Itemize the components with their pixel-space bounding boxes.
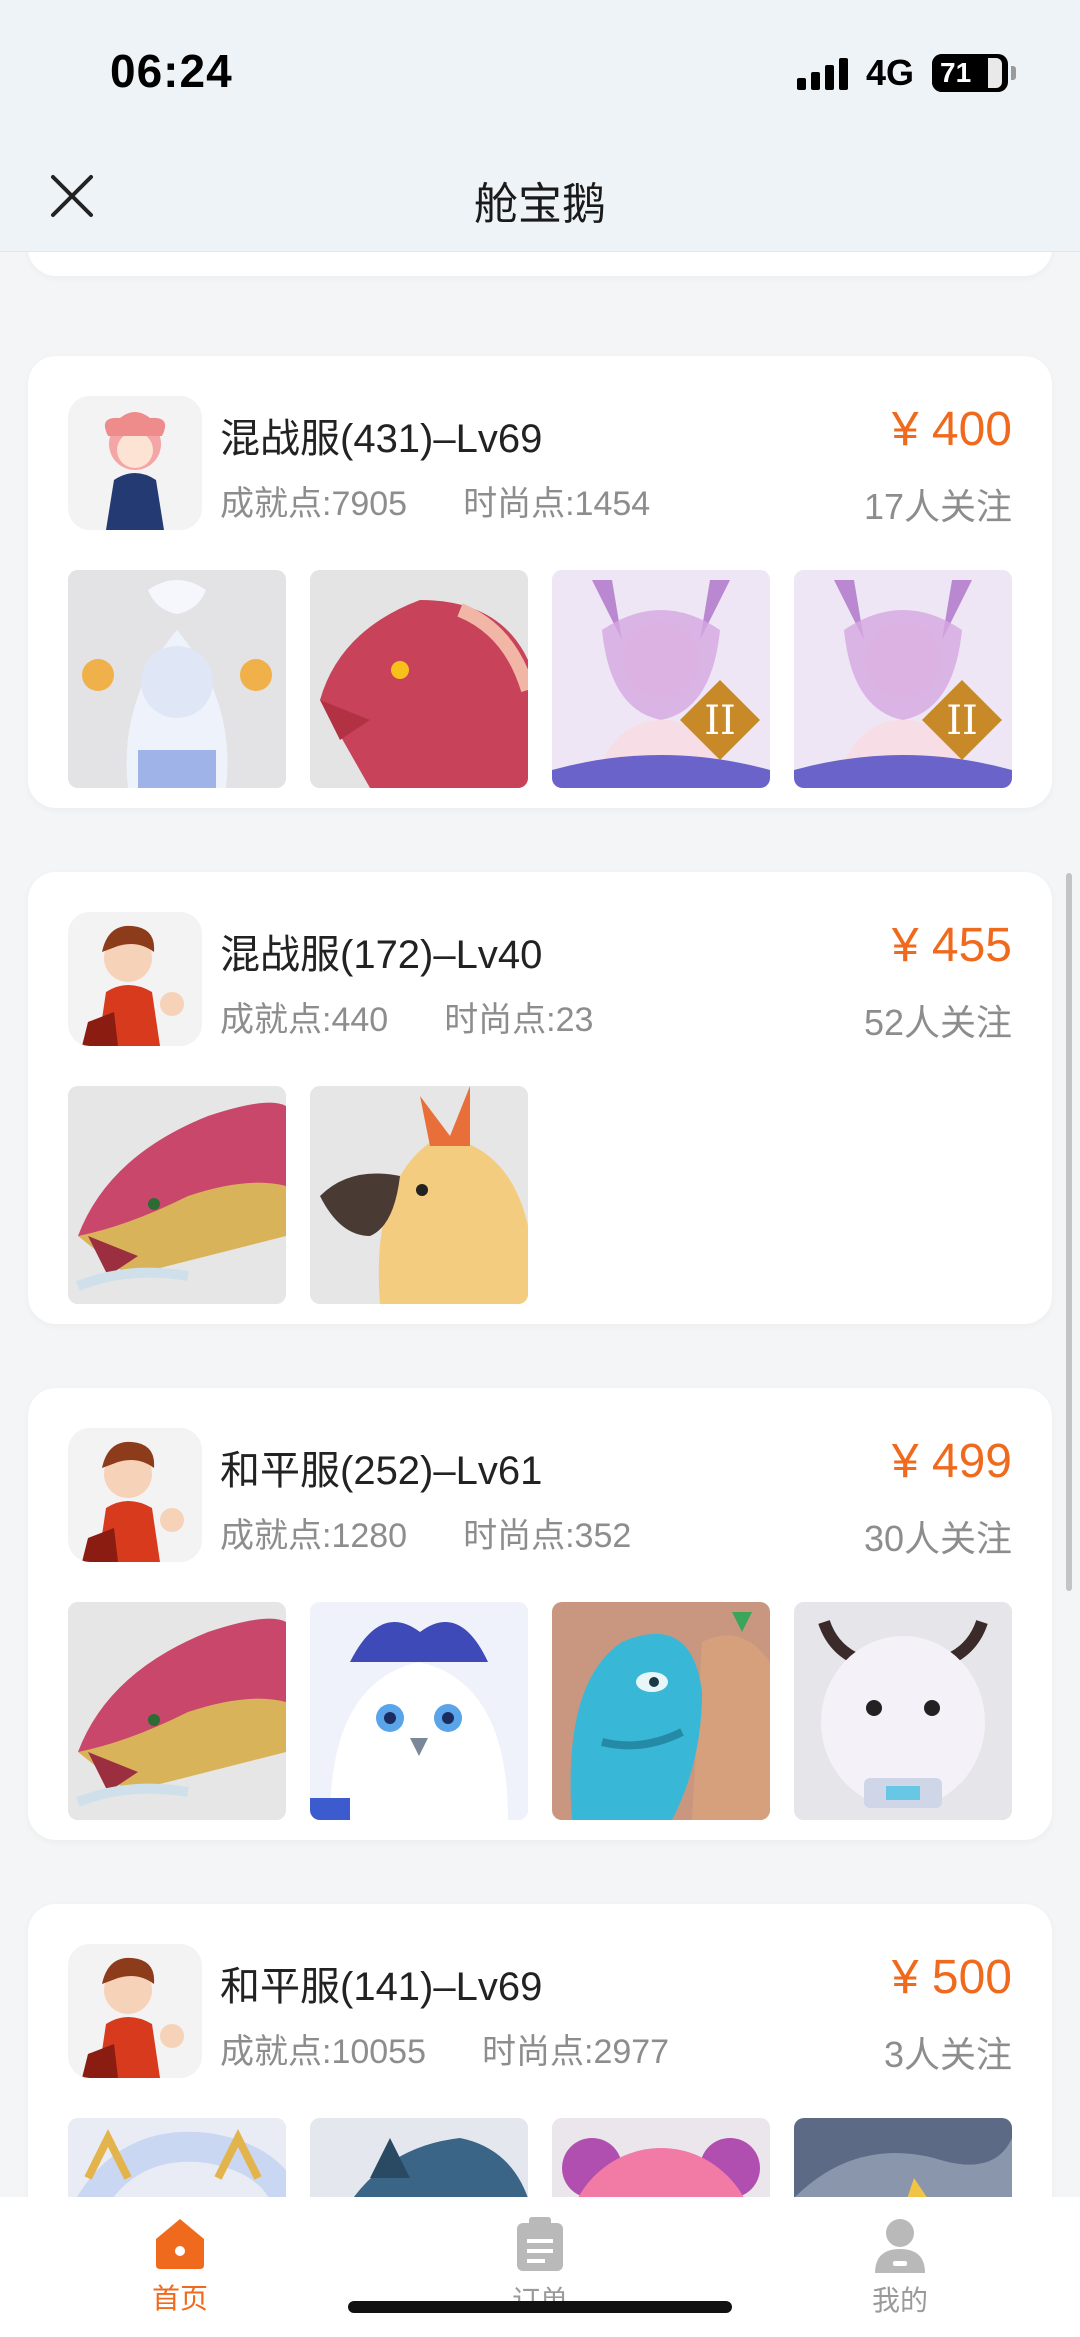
tab-label: 订单 bbox=[512, 2279, 568, 2319]
tab-home[interactable]: 首页 bbox=[80, 2217, 280, 2317]
fashion-points: 时尚点:2977 bbox=[482, 2033, 670, 2071]
listing-thumbnails bbox=[68, 1602, 1012, 1820]
listing-stats: 成就点:10055 时尚点:2977 bbox=[220, 2024, 669, 2073]
svg-text:II: II bbox=[704, 698, 736, 744]
listing-thumbnails bbox=[68, 2118, 1012, 2197]
listing-header: 和平服(252)–Lv61 成就点:1280 时尚点:352 ¥ 499 30人… bbox=[68, 1428, 1012, 1562]
scrollbar[interactable] bbox=[1066, 873, 1072, 1591]
server-name: 和平服(141)–Lv69 bbox=[220, 1965, 543, 2009]
pet-thumbnail[interactable] bbox=[794, 1602, 1012, 1820]
fashion-points: 时尚点:352 bbox=[463, 1517, 632, 1555]
bottom-tab-bar: 首页 订单 我的 bbox=[0, 2197, 1080, 2337]
avatar bbox=[68, 1944, 202, 2078]
avatar bbox=[68, 1428, 202, 1562]
tab-label: 首页 bbox=[151, 2283, 208, 2314]
listing-thumbnails bbox=[68, 1086, 528, 1304]
pet-thumbnail[interactable] bbox=[552, 2118, 770, 2197]
tab-label: 我的 bbox=[871, 2285, 928, 2316]
pet-thumbnail[interactable] bbox=[310, 2118, 528, 2197]
achievement-points: 成就点:10055 bbox=[220, 2033, 426, 2071]
signal-icon bbox=[796, 56, 848, 90]
server-name: 混战服(431)–Lv69 bbox=[220, 417, 543, 461]
listing-card-previous[interactable] bbox=[28, 252, 1052, 276]
pet-thumbnail[interactable]: II bbox=[552, 570, 770, 788]
listing-card[interactable]: 混战服(431)–Lv69 成就点:7905 时尚点:1454 ¥ 400 17… bbox=[28, 356, 1052, 808]
fashion-points: 时尚点:23 bbox=[444, 1001, 594, 1039]
listing-stats: 成就点:1280 时尚点:352 bbox=[220, 1508, 631, 1557]
server-name: 混战服(172)–Lv40 bbox=[220, 933, 543, 977]
listing-feed[interactable]: 混战服(431)–Lv69 成就点:7905 时尚点:1454 ¥ 400 17… bbox=[0, 252, 1080, 2197]
achievement-points: 成就点:7905 bbox=[220, 485, 408, 523]
svg-text:II: II bbox=[946, 698, 978, 744]
listing-card[interactable]: 和平服(141)–Lv69 成就点:10055 时尚点:2977 ¥ 500 3… bbox=[28, 1904, 1052, 2197]
home-indicator[interactable] bbox=[348, 2301, 732, 2313]
follower-count: 52人关注 bbox=[863, 1002, 1012, 1043]
network-type: 4G bbox=[865, 52, 914, 93]
pet-thumbnail[interactable]: II bbox=[794, 570, 1012, 788]
achievement-points: 成就点:1280 bbox=[220, 1517, 408, 1555]
price: ¥ 499 bbox=[891, 1435, 1012, 1488]
fashion-points: 时尚点:1454 bbox=[463, 485, 651, 523]
listing-header: 和平服(141)–Lv69 成就点:10055 时尚点:2977 ¥ 500 3… bbox=[68, 1944, 1012, 2078]
achievement-points: 成就点:440 bbox=[220, 1001, 389, 1039]
listing-header: 混战服(431)–Lv69 成就点:7905 时尚点:1454 ¥ 400 17… bbox=[68, 396, 1012, 530]
avatar bbox=[68, 396, 202, 530]
pet-thumbnail[interactable] bbox=[68, 2118, 286, 2197]
pet-thumbnail[interactable] bbox=[310, 1086, 528, 1304]
pet-thumbnail[interactable] bbox=[68, 1086, 286, 1304]
navigation-bar: 舱宝鹅 bbox=[0, 140, 1080, 252]
price: ¥ 455 bbox=[891, 919, 1012, 972]
listing-header: 混战服(172)–Lv40 成就点:440 时尚点:23 ¥ 455 52人关注 bbox=[68, 912, 1012, 1046]
avatar bbox=[68, 912, 202, 1046]
order-icon bbox=[517, 2217, 563, 2271]
pet-thumbnail[interactable] bbox=[68, 570, 286, 788]
pet-thumbnail[interactable] bbox=[310, 1602, 528, 1820]
tab-profile[interactable]: 我的 bbox=[800, 2217, 1000, 2319]
pet-thumbnail[interactable] bbox=[794, 2118, 1012, 2197]
follower-count: 30人关注 bbox=[863, 1518, 1012, 1559]
status-time: 06:24 bbox=[110, 45, 233, 97]
home-icon bbox=[156, 2219, 204, 2269]
server-name: 和平服(252)–Lv61 bbox=[220, 1449, 543, 1493]
follower-count: 3人关注 bbox=[883, 2034, 1012, 2075]
page-title: 舱宝鹅 bbox=[474, 180, 606, 229]
pet-thumbnail[interactable] bbox=[310, 570, 528, 788]
listing-card[interactable]: 混战服(172)–Lv40 成就点:440 时尚点:23 ¥ 455 52人关注 bbox=[28, 872, 1052, 1324]
follower-count: 17人关注 bbox=[863, 486, 1012, 527]
status-bar: 06:24 4G 71 bbox=[0, 0, 1080, 140]
status-indicators: 4G 71 bbox=[796, 52, 1016, 94]
pet-thumbnail[interactable] bbox=[68, 1602, 286, 1820]
battery-icon: 71 bbox=[932, 54, 1016, 92]
pet-thumbnail[interactable] bbox=[552, 1602, 770, 1820]
listing-thumbnails: II II bbox=[68, 570, 1012, 788]
profile-icon bbox=[875, 2219, 925, 2273]
price: ¥ 400 bbox=[891, 403, 1012, 456]
listing-card[interactable]: 和平服(252)–Lv61 成就点:1280 时尚点:352 ¥ 499 30人… bbox=[28, 1388, 1052, 1840]
listing-stats: 成就点:7905 时尚点:1454 bbox=[220, 476, 650, 525]
price: ¥ 500 bbox=[891, 1951, 1012, 2004]
listing-stats: 成就点:440 时尚点:23 bbox=[220, 992, 593, 1041]
battery-percent: 71 bbox=[940, 57, 972, 88]
